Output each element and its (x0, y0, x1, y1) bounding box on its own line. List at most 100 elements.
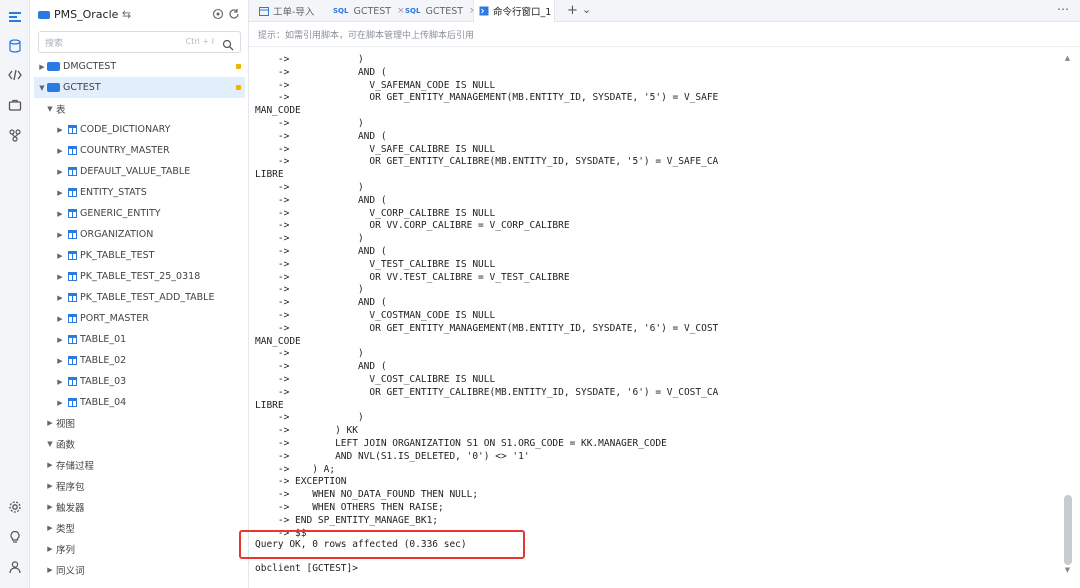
tree-table-item[interactable]: ▶ ORGANIZATION (30, 224, 249, 245)
caret-right-icon[interactable]: ▶ (46, 503, 54, 511)
caret-down-icon[interactable]: ▼ (46, 105, 54, 113)
code-icon[interactable] (6, 66, 24, 84)
tree-table-item[interactable]: ▶ ENTITY_STATS (30, 182, 249, 203)
caret-right-icon[interactable]: ▶ (46, 461, 54, 469)
tree-connection-gctest[interactable]: ▼ GCTEST (34, 77, 245, 98)
scrollbar[interactable] (1063, 54, 1072, 564)
datasource-title[interactable]: PMS_Oracle ⇆ (54, 8, 131, 21)
caret-right-icon[interactable]: ▶ (56, 189, 64, 197)
caret-right-icon[interactable]: ▶ (46, 566, 54, 574)
caret-down-icon[interactable]: ▼ (46, 440, 54, 448)
caret-right-icon[interactable]: ▶ (56, 210, 64, 218)
caret-right-icon[interactable]: ▶ (46, 419, 54, 427)
tree-group-types[interactable]: ▶ 类型 (30, 517, 249, 538)
caret-right-icon[interactable]: ▶ (56, 231, 64, 239)
result-highlight-box (239, 530, 525, 559)
tab-gctest-1[interactable]: SQL GCTEST × (329, 0, 405, 22)
terminal-line: -> OR VV.CORP_CALIBRE = V_CORP_CALIBRE (255, 220, 570, 232)
tree-table-item[interactable]: ▶ TABLE_03 (30, 371, 249, 392)
logo-icon[interactable] (6, 8, 24, 26)
tree-group-tables[interactable]: ▼ 表 (30, 98, 249, 119)
link-icon[interactable] (211, 7, 225, 21)
tree-table-item[interactable]: ▶ COUNTRY_MASTER (30, 140, 249, 161)
tree-group-triggers[interactable]: ▶ 触发器 (30, 496, 249, 517)
tab-command-window[interactable]: 命令行窗口_1 (473, 0, 555, 22)
table-label: TABLE_02 (80, 355, 127, 366)
caret-right-icon[interactable]: ▶ (56, 147, 64, 155)
git-icon[interactable] (6, 126, 24, 144)
tree-table-item[interactable]: ▶ TABLE_01 (30, 329, 249, 350)
terminal-line: -> OR GET_ENTITY_MANAGEMENT(MB.ENTITY_ID… (255, 92, 719, 104)
terminal-line: -> ) (255, 182, 364, 193)
bulb-icon[interactable] (6, 528, 24, 546)
tree-table-item[interactable]: ▶ PK_TABLE_TEST_25_0318 (30, 266, 249, 287)
terminal-line: -> AND ( (255, 361, 387, 373)
tree-table-item[interactable]: ▶ PK_TABLE_TEST (30, 245, 249, 266)
caret-right-icon[interactable]: ▶ (56, 315, 64, 323)
scroll-down-icon[interactable]: ▼ (1063, 566, 1072, 574)
table-icon (68, 230, 77, 239)
caret-right-icon[interactable]: ▶ (56, 126, 64, 134)
datasource-name: PMS_Oracle (54, 8, 119, 21)
user-icon[interactable] (6, 558, 24, 576)
terminal-line: -> WHEN OTHERS THEN RAISE; (255, 502, 444, 513)
search-shortcut: Ctrl + I (185, 37, 214, 46)
caret-right-icon[interactable]: ▶ (56, 378, 64, 386)
terminal-line: MAN_CODE (255, 335, 301, 347)
briefcase-icon[interactable] (6, 96, 24, 114)
terminal-line: -> OR GET_ENTITY_CALIBRE(MB.ENTITY_ID, S… (255, 386, 719, 398)
more-icon[interactable]: ⋯ (1057, 2, 1069, 16)
datasource-icon (38, 11, 50, 19)
scroll-up-icon[interactable]: ▲ (1063, 54, 1072, 62)
command-prompt[interactable]: obclient [GCTEST]> (255, 563, 358, 576)
caret-right-icon[interactable]: ▶ (46, 524, 54, 532)
table-icon (68, 398, 77, 407)
tree-table-item[interactable]: ▶ GENERIC_ENTITY (30, 203, 249, 224)
tree-connection-dmgctest[interactable]: ▶ DMGCTEST (30, 56, 249, 77)
switch-datasource-icon[interactable]: ⇆ (122, 8, 131, 21)
caret-down-icon[interactable]: ▼ (38, 84, 46, 92)
search-placeholder: 搜索 (45, 39, 64, 49)
terminal-line: LIBRE (255, 169, 284, 181)
caret-right-icon[interactable]: ▶ (56, 273, 64, 281)
calendar-icon (259, 7, 269, 16)
terminal-line: -> EXCEPTION (255, 476, 347, 488)
caret-right-icon[interactable]: ▶ (56, 294, 64, 302)
search-icon[interactable] (222, 36, 234, 51)
caret-right-icon[interactable]: ▶ (56, 252, 64, 260)
tab-gctest-2[interactable]: SQL GCTEST × (401, 0, 477, 22)
terminal-line: -> ) (255, 118, 364, 129)
tree-table-item[interactable]: ▶ TABLE_02 (30, 350, 249, 371)
tree-group-views[interactable]: ▶ 视图 (30, 412, 249, 433)
table-icon (68, 272, 77, 281)
tree-group-packages[interactable]: ▶ 程序包 (30, 475, 249, 496)
tree-table-item[interactable]: ▶ PORT_MASTER (30, 308, 249, 329)
caret-right-icon[interactable]: ▶ (56, 357, 64, 365)
tree-group-synonyms[interactable]: ▶ 同义词 (30, 559, 249, 580)
scrollbar-thumb[interactable] (1064, 495, 1072, 565)
tree-table-item[interactable]: ▶ DEFAULT_VALUE_TABLE (30, 161, 249, 182)
table-label: PK_TABLE_TEST (80, 250, 155, 261)
caret-right-icon[interactable]: ▶ (56, 336, 64, 344)
caret-right-icon[interactable]: ▶ (38, 63, 46, 71)
database-icon[interactable] (6, 37, 24, 55)
tree-group-procedures[interactable]: ▶ 存储过程 (30, 454, 249, 475)
add-tab-button[interactable]: + (567, 3, 578, 18)
caret-right-icon[interactable]: ▶ (56, 399, 64, 407)
settings-icon[interactable] (6, 498, 24, 516)
caret-right-icon[interactable]: ▶ (46, 482, 54, 490)
chevron-down-icon[interactable]: ⌄ (582, 3, 591, 16)
tree-table-item[interactable]: ▶ PK_TABLE_TEST_ADD_TABLE (30, 287, 249, 308)
terminal-line: -> OR GET_ENTITY_CALIBRE(MB.ENTITY_ID, S… (255, 156, 719, 168)
tree-table-item[interactable]: ▶ CODE_DICTIONARY (30, 119, 249, 140)
tree-group-sequences[interactable]: ▶ 序列 (30, 538, 249, 559)
caret-right-icon[interactable]: ▶ (46, 545, 54, 553)
tab-import[interactable]: 工单-导入 (253, 0, 327, 22)
tree-group-functions[interactable]: ▼ 函数 (30, 433, 249, 454)
command-output[interactable]: -> ) -> AND ( -> V_SAFEMAN_CODE IS NULL … (255, 54, 1055, 584)
refresh-icon[interactable] (227, 7, 241, 21)
object-search-input[interactable]: 搜索 Ctrl + I (38, 31, 241, 53)
table-icon (68, 377, 77, 386)
caret-right-icon[interactable]: ▶ (56, 168, 64, 176)
tree-table-item[interactable]: ▶ TABLE_04 (30, 392, 249, 413)
